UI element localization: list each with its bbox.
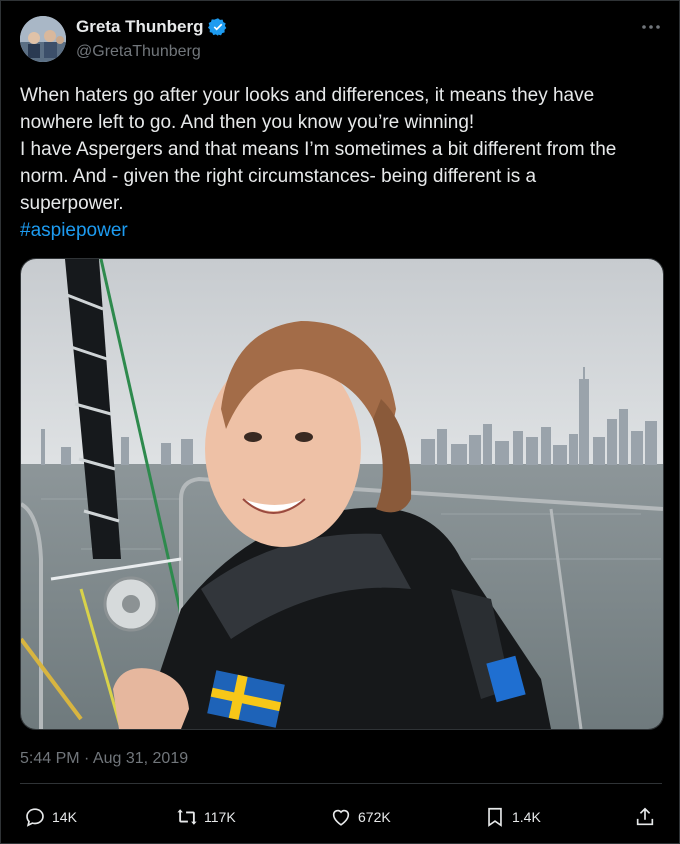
like-count: 672K [358,809,391,825]
photo-icon [21,259,663,729]
bookmark-button[interactable]: 1.4K [484,806,541,828]
bookmark-count: 1.4K [512,809,541,825]
reply-count: 14K [52,809,77,825]
avatar[interactable] [20,16,66,62]
tweet-text: When haters go after your looks and diff… [20,82,660,244]
like-button[interactable]: 672K [330,806,391,828]
repost-icon [177,809,197,825]
author-display-name[interactable]: Greta Thunberg [76,17,204,37]
bookmark-icon [488,807,502,827]
author-handle[interactable]: @GretaThunberg [76,43,201,61]
verified-badge-icon [207,18,226,36]
tweet-line: nowhere left to go. And then you know yo… [20,112,475,133]
heart-icon [332,809,350,826]
author-name-row[interactable]: Greta Thunberg [76,17,228,37]
more-options-icon[interactable] [640,20,662,34]
tweet-line: When haters go after your looks and diff… [20,85,595,106]
profile-photo-icon [20,16,66,62]
tweet-line: superpower. [20,193,124,214]
tweet-line: norm. And - given the right circumstance… [20,166,537,187]
hashtag-link[interactable]: #aspiepower [20,217,660,244]
reply-button[interactable]: 14K [24,806,77,828]
tweet-timestamp[interactable]: 5:44 PM · Aug 31, 2019 [20,750,188,768]
tweet-photo[interactable] [20,258,664,730]
reply-icon [26,808,44,827]
repost-count: 117K [204,809,236,825]
share-icon [636,807,654,826]
action-bar: 14K 117K 672K 1.4K [20,806,662,830]
divider [20,783,662,784]
share-button[interactable] [634,806,662,828]
tweet-line: I have Aspergers and that means I’m some… [20,139,617,160]
repost-button[interactable]: 117K [176,806,236,828]
